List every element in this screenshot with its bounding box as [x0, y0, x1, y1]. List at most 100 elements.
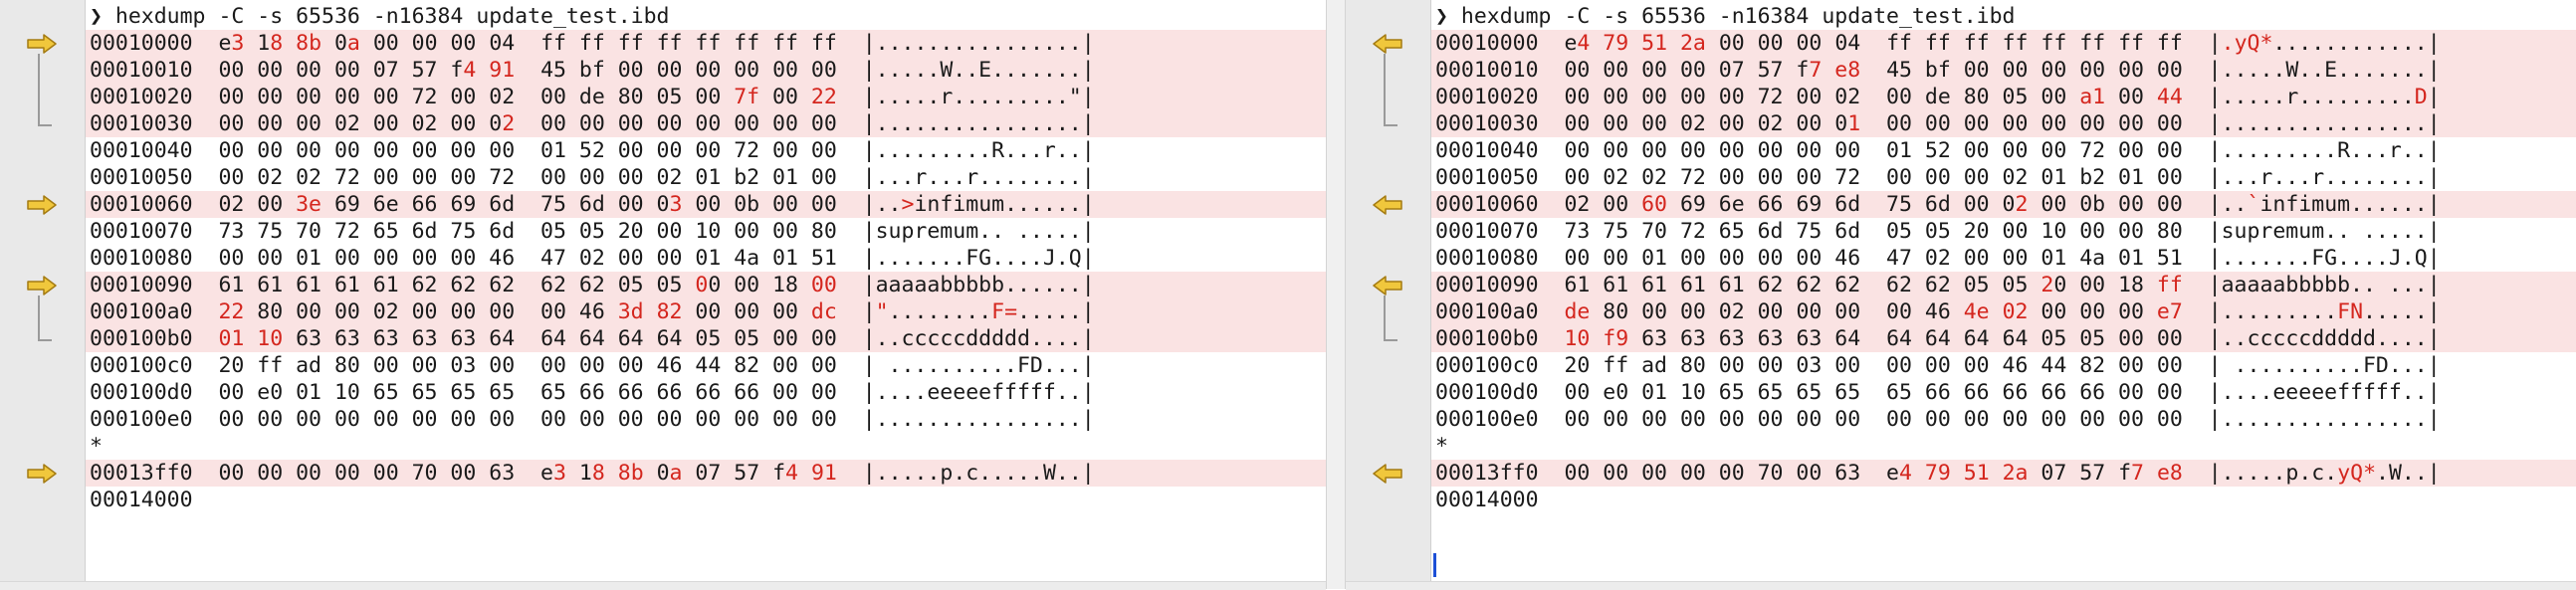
hexdump-row-changed: 00010000 e4 79 51 2a 00 00 00 04 ff ff f… [1431, 30, 2576, 57]
diff-bytes: .yQ* [2221, 31, 2273, 56]
arrow-right-icon[interactable] [26, 194, 58, 216]
arrow-right-icon[interactable] [26, 275, 58, 296]
hex-text: 00 00 00 00 00 00 00 00 |...............… [515, 111, 1095, 136]
hex-text: infimum......| [914, 192, 1095, 217]
hexdump-row: * [1431, 433, 2576, 460]
change-block-bracket [1384, 54, 1397, 126]
diff-bytes: 82 [656, 299, 683, 324]
diff-bytes: yQ* [2337, 461, 2377, 486]
hex-text: ........ [888, 299, 992, 324]
diff-bytes: 91 [810, 461, 837, 486]
diff-bytes: 7f [734, 85, 760, 109]
hex-text: 0 00 18 [708, 273, 811, 297]
hexdump-row-changed: 00010010 00 00 00 00 07 57 f4 91 45 bf 0… [86, 57, 1326, 84]
diff-bytes: 01 [218, 326, 245, 351]
hexdump-row: 000100c0 20 ff ad 80 00 00 03 00 00 00 0… [86, 352, 1326, 379]
hexdump-row-changed: 00010060 02 00 60 69 6e 66 69 6d 75 6d 0… [1431, 191, 2576, 218]
hex-text: 00010020 00 00 00 00 00 72 00 02 00 de 8… [90, 85, 735, 109]
hex-text: 00010040 00 00 00 00 00 00 00 00 01 52 0… [1435, 138, 2441, 163]
hex-text: .....| [1017, 299, 1095, 324]
diff-bytes: 91 [489, 58, 516, 83]
hex-text: 63 63 63 63 63 64 64 64 64 64 05 05 00 0… [1628, 326, 2441, 351]
hex-text: 45 bf 00 00 00 00 00 00 |.....W..E......… [515, 58, 1095, 83]
hex-text [644, 299, 657, 324]
hex-text [283, 31, 296, 56]
hex-text: 000100a0 [90, 299, 219, 324]
left-diff-pane[interactable]: ❯ hexdump -C -s 65536 -n16384 update_tes… [0, 0, 1326, 590]
hex-text: 00010010 00 00 00 00 07 57 f [90, 58, 464, 83]
arrow-left-icon[interactable] [1372, 275, 1403, 296]
diff-bytes: a [669, 461, 683, 486]
hexdump-row-changed: 00010020 00 00 00 00 00 72 00 02 00 de 8… [1431, 84, 2576, 110]
diff-bytes: e7 [2156, 299, 2183, 324]
arrow-right-icon[interactable] [26, 463, 58, 485]
hex-text: * [1435, 434, 1448, 459]
diff-bytes: a [346, 31, 360, 56]
hex-text: 00010080 00 00 01 00 00 00 00 46 47 02 0… [1435, 246, 2441, 271]
hex-text: 00 00 00 00 00 00 00 00 |...............… [1860, 111, 2441, 136]
hex-text: 000100c0 20 ff ad 80 00 00 03 00 00 00 0… [90, 353, 1095, 378]
hexdump-row: 000100d0 00 e0 01 10 65 65 65 65 65 66 6… [86, 379, 1326, 406]
hex-text: 1 [565, 461, 592, 486]
hex-text [1990, 461, 2003, 486]
hexdump-row: 000100c0 20 ff ad 80 00 00 03 00 00 00 0… [1431, 352, 2576, 379]
diff-bytes: 0 [695, 273, 709, 297]
arrow-right-icon[interactable] [26, 33, 58, 55]
diff-bytes: 3 [669, 192, 683, 217]
diff-bytes: 4 [463, 58, 477, 83]
hex-text: 00010020 00 00 00 00 00 72 00 02 00 de 8… [1435, 85, 2080, 109]
hex-text: |.....p.c. [2182, 461, 2338, 486]
hex-text: 00010050 00 02 02 72 00 00 00 72 00 00 0… [90, 165, 1095, 190]
hexdump-row-changed: 00010030 00 00 00 02 00 02 00 01 00 00 0… [1431, 110, 2576, 137]
hex-text [1990, 299, 2003, 324]
hex-text: 00010000 e [1435, 31, 1578, 56]
hex-text: 00 0b 00 00 |.. [2028, 192, 2248, 217]
diff-bytes: 2a [2002, 461, 2029, 486]
hex-text: 0 [322, 31, 347, 56]
hex-text: 07 57 f [2028, 461, 2132, 486]
hex-text: |aaaaabbbbb.. ...| [2182, 273, 2441, 297]
arrow-left-icon[interactable] [1372, 194, 1403, 216]
hex-text: 00013ff0 00 00 00 00 00 70 00 63 e [1435, 461, 1899, 486]
hex-text: 00 00 00 04 ff ff ff ff ff ff ff ff |...… [359, 31, 1095, 56]
diff-bytes: e8 [2156, 461, 2183, 486]
hex-text [244, 326, 257, 351]
diff-bytes: 4 [785, 461, 798, 486]
diff-bytes: 79 [1924, 461, 1951, 486]
hexdump-row: 00010050 00 02 02 72 00 00 00 72 00 00 0… [1431, 164, 2576, 191]
diff-bytes: FN [2337, 299, 2364, 324]
hex-text: 000100b0 [1435, 326, 1565, 351]
hex-text: 00010090 61 61 61 61 61 62 62 62 62 62 0… [90, 273, 696, 297]
hexdump-row: 00010040 00 00 00 00 00 00 00 00 01 52 0… [1431, 137, 2576, 164]
hex-text: 00010030 00 00 00 02 00 02 00 0 [90, 111, 503, 136]
hex-text: 00010060 02 00 [90, 192, 297, 217]
arrow-left-icon[interactable] [1372, 33, 1403, 55]
right-hexdump-view[interactable]: ❯ hexdump -C -s 65536 -n16384 update_tes… [1431, 0, 2576, 589]
arrow-left-icon[interactable] [1372, 463, 1403, 485]
hex-text: 0 [643, 461, 670, 486]
pane-divider[interactable] [1326, 0, 1346, 589]
hexdump-row: 00010080 00 00 01 00 00 00 00 46 47 02 0… [86, 245, 1326, 272]
diff-bytes: 8b [617, 461, 644, 486]
diff-bytes: 8b [296, 31, 322, 56]
diff-bytes: 44 [2156, 85, 2183, 109]
hex-text: .W..| [2376, 461, 2441, 486]
diff-bytes: 60 [1641, 192, 1667, 217]
hex-text: 00 00 00 04 ff ff ff ff ff ff ff ff | [1705, 31, 2222, 56]
diff-bytes: ` [2247, 192, 2260, 217]
hex-text: 00013ff0 00 00 00 00 00 70 00 63 e [90, 461, 553, 486]
hex-text: 00 [2105, 85, 2157, 109]
hex-text: 00 [759, 85, 811, 109]
hexdump-row-changed: 000100a0 22 80 00 00 02 00 00 00 00 46 3… [86, 298, 1326, 325]
left-hexdump-view[interactable]: ❯ hexdump -C -s 65536 -n16384 update_tes… [86, 0, 1326, 589]
right-diff-pane[interactable]: ❯ hexdump -C -s 65536 -n16384 update_tes… [1346, 0, 2576, 590]
hex-text: |aaaaabbbbb......| [836, 273, 1095, 297]
hex-text [476, 58, 489, 83]
hex-text [2144, 461, 2157, 486]
hexdump-row: 00014000 [1431, 487, 2576, 513]
hexdump-row: 00010070 73 75 70 72 65 6d 75 6d 05 05 2… [86, 218, 1326, 245]
hexdump-row: 00010080 00 00 01 00 00 00 00 46 47 02 0… [1431, 245, 2576, 272]
hex-text: |......... [2182, 299, 2338, 324]
diff-bytes: F= [991, 299, 1018, 324]
hex-text: 00014000 [90, 488, 193, 512]
